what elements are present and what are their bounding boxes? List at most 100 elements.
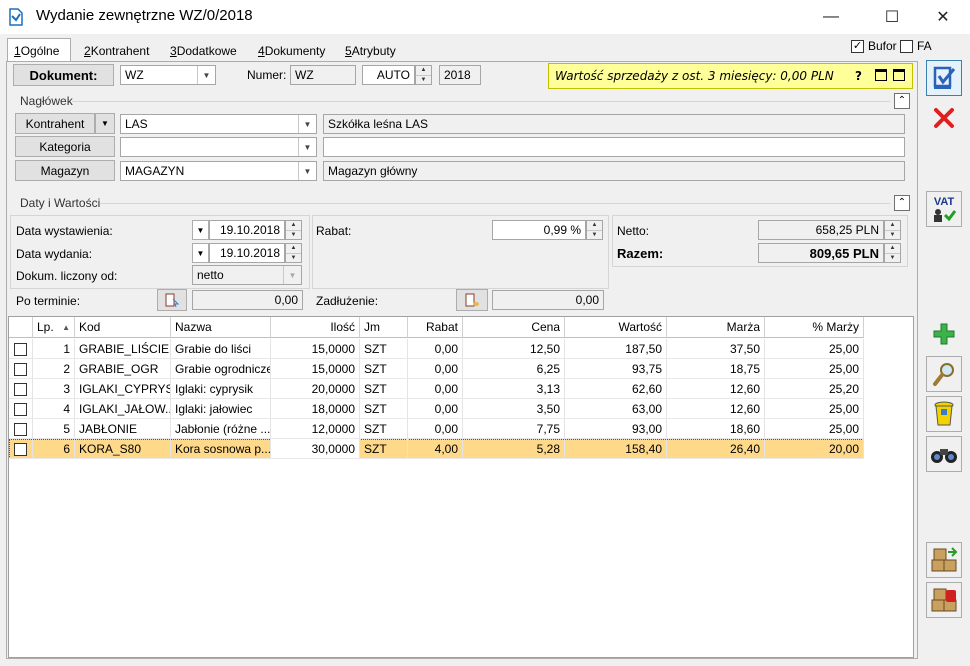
grid-header-nazwa[interactable]: Nazwa xyxy=(171,317,271,338)
cell-ilosc[interactable]: 15,0000 xyxy=(271,359,360,379)
cell-ilosc[interactable]: 30,0000 xyxy=(271,439,360,459)
cell-marza[interactable]: 18,60 xyxy=(667,419,765,439)
cell-pmarzy[interactable]: 25,00 xyxy=(765,339,864,359)
cell-pmarzy[interactable]: 25,00 xyxy=(765,419,864,439)
cell-ilosc[interactable]: 20,0000 xyxy=(271,379,360,399)
help-icon[interactable]: ? xyxy=(855,69,862,83)
po-terminie-button[interactable] xyxy=(157,289,187,311)
cell-kod[interactable]: IGLAKI_CYPRYS xyxy=(75,379,171,399)
cell-kod[interactable]: KORA_S80 xyxy=(75,439,171,459)
row-select-checkbox[interactable] xyxy=(9,379,33,399)
grid-header-marza[interactable]: Marża xyxy=(667,317,765,338)
cell-pmarzy[interactable]: 20,00 xyxy=(765,439,864,459)
kategoria-button[interactable]: Kategoria xyxy=(15,136,115,157)
cell-cena[interactable]: 7,75 xyxy=(463,419,565,439)
cell-rabat[interactable]: 4,00 xyxy=(408,439,463,459)
cell-marza[interactable]: 12,60 xyxy=(667,399,765,419)
cell-jm[interactable]: SZT xyxy=(360,439,408,459)
stock-button[interactable] xyxy=(926,542,962,578)
kategoria-select[interactable]: ▼ xyxy=(120,137,317,157)
cell-cena[interactable]: 3,50 xyxy=(463,399,565,419)
rabat-spinner[interactable]: ▲ ▼ xyxy=(586,220,603,240)
edit-item-button[interactable] xyxy=(926,356,962,392)
magazyn-select[interactable]: MAGAZYN ▼ xyxy=(120,161,317,181)
cell-wartosc[interactable]: 93,00 xyxy=(565,419,667,439)
collapse-daty-icon[interactable]: ⌃ xyxy=(894,195,910,211)
cell-nazwa[interactable]: Iglaki: jałowiec xyxy=(171,399,271,419)
minimize-button[interactable]: — xyxy=(808,0,854,34)
cell-kod[interactable]: IGLAKI_JAŁOW... xyxy=(75,399,171,419)
cell-rabat[interactable]: 0,00 xyxy=(408,359,463,379)
grid-header-rabat[interactable]: Rabat xyxy=(408,317,463,338)
search-item-button[interactable] xyxy=(926,436,962,472)
rabat-field[interactable]: 0,99 % xyxy=(492,220,586,240)
maximize-button[interactable]: ☐ xyxy=(869,0,915,34)
numer-spinner[interactable]: ▲ ▼ xyxy=(415,65,432,85)
cell-pmarzy[interactable]: 25,20 xyxy=(765,379,864,399)
kontrahent-dropdown-icon[interactable]: ▼ xyxy=(95,113,115,134)
delete-item-button[interactable] xyxy=(926,396,962,432)
cell-lp[interactable]: 3 xyxy=(33,379,75,399)
cell-rabat[interactable]: 0,00 xyxy=(408,419,463,439)
cell-ilosc[interactable]: 12,0000 xyxy=(271,419,360,439)
wystawienia-spinner[interactable]: ▲ ▼ xyxy=(285,220,302,240)
wystawienia-field[interactable]: 19.10.2018 xyxy=(209,220,285,240)
cell-nazwa[interactable]: Iglaki: cyprysik xyxy=(171,379,271,399)
dokument-button[interactable]: Dokument: xyxy=(13,64,114,86)
cell-marza[interactable]: 37,50 xyxy=(667,339,765,359)
kontrahent-select[interactable]: LAS ▼ xyxy=(120,114,317,134)
cell-wartosc[interactable]: 187,50 xyxy=(565,339,667,359)
cell-jm[interactable]: SZT xyxy=(360,359,408,379)
restore-icon[interactable] xyxy=(875,69,887,81)
cell-cena[interactable]: 6,25 xyxy=(463,359,565,379)
bufor-checkbox[interactable]: ✓ Bufor xyxy=(851,39,897,53)
cell-lp[interactable]: 2 xyxy=(33,359,75,379)
grid-header-cena[interactable]: Cena xyxy=(463,317,565,338)
cell-jm[interactable]: SZT xyxy=(360,419,408,439)
cell-marza[interactable]: 18,75 xyxy=(667,359,765,379)
wydania-spinner[interactable]: ▲ ▼ xyxy=(285,243,302,263)
wydania-calendar-icon[interactable]: ▼ xyxy=(192,243,209,263)
cell-pmarzy[interactable]: 25,00 xyxy=(765,399,864,419)
wystawienia-calendar-icon[interactable]: ▼ xyxy=(192,220,209,240)
grid-header-wartosc[interactable]: Wartość xyxy=(565,317,667,338)
cell-cena[interactable]: 12,50 xyxy=(463,339,565,359)
add-item-button[interactable] xyxy=(926,316,962,352)
cell-wartosc[interactable]: 63,00 xyxy=(565,399,667,419)
tab-kontrahent[interactable]: 2 Kontrahent xyxy=(78,40,158,62)
zadluzenie-button[interactable] xyxy=(456,289,488,311)
cell-jm[interactable]: SZT xyxy=(360,339,408,359)
cell-kod[interactable]: GRABIE_OGR xyxy=(75,359,171,379)
grid-header-lp[interactable]: Lp. ▲ xyxy=(33,317,75,338)
cell-wartosc[interactable]: 93,75 xyxy=(565,359,667,379)
tab-atrybuty[interactable]: 5 Atrybuty xyxy=(339,40,409,62)
cell-lp[interactable]: 6 xyxy=(33,439,75,459)
cell-nazwa[interactable]: Grabie ogrodnicze xyxy=(171,359,271,379)
cell-cena[interactable]: 5,28 xyxy=(463,439,565,459)
grid-header-ilosc[interactable]: Ilość xyxy=(271,317,360,338)
row-select-checkbox[interactable] xyxy=(9,399,33,419)
cell-cena[interactable]: 3,13 xyxy=(463,379,565,399)
collapse-naglowek-icon[interactable]: ⌃ xyxy=(894,93,910,109)
cell-lp[interactable]: 5 xyxy=(33,419,75,439)
close-button[interactable]: ✕ xyxy=(920,0,966,34)
cell-lp[interactable]: 4 xyxy=(33,399,75,419)
cell-nazwa[interactable]: Grabie do liści xyxy=(171,339,271,359)
grid-header-pmarzy[interactable]: % Marży xyxy=(765,317,864,338)
items-grid[interactable]: Lp. ▲ Kod Nazwa Ilość Jm Rabat Cena Warto… xyxy=(8,316,914,658)
grid-header-jm[interactable]: Jm xyxy=(360,317,408,338)
tab-dokumenty[interactable]: 4 Dokumenty xyxy=(252,40,332,62)
cell-wartosc[interactable]: 62,60 xyxy=(565,379,667,399)
magazyn-button[interactable]: Magazyn xyxy=(15,160,115,181)
cell-jm[interactable]: SZT xyxy=(360,379,408,399)
cell-rabat[interactable]: 0,00 xyxy=(408,399,463,419)
row-select-checkbox[interactable] xyxy=(9,339,33,359)
stock-discount-button[interactable] xyxy=(926,582,962,618)
cell-pmarzy[interactable]: 25,00 xyxy=(765,359,864,379)
grid-header-kod[interactable]: Kod xyxy=(75,317,171,338)
tab-dodatkowe[interactable]: 3 Dodatkowe xyxy=(164,40,246,62)
row-select-checkbox[interactable] xyxy=(9,359,33,379)
cell-marza[interactable]: 12,60 xyxy=(667,379,765,399)
kategoria-desc-field[interactable] xyxy=(323,137,905,157)
cell-wartosc[interactable]: 158,40 xyxy=(565,439,667,459)
